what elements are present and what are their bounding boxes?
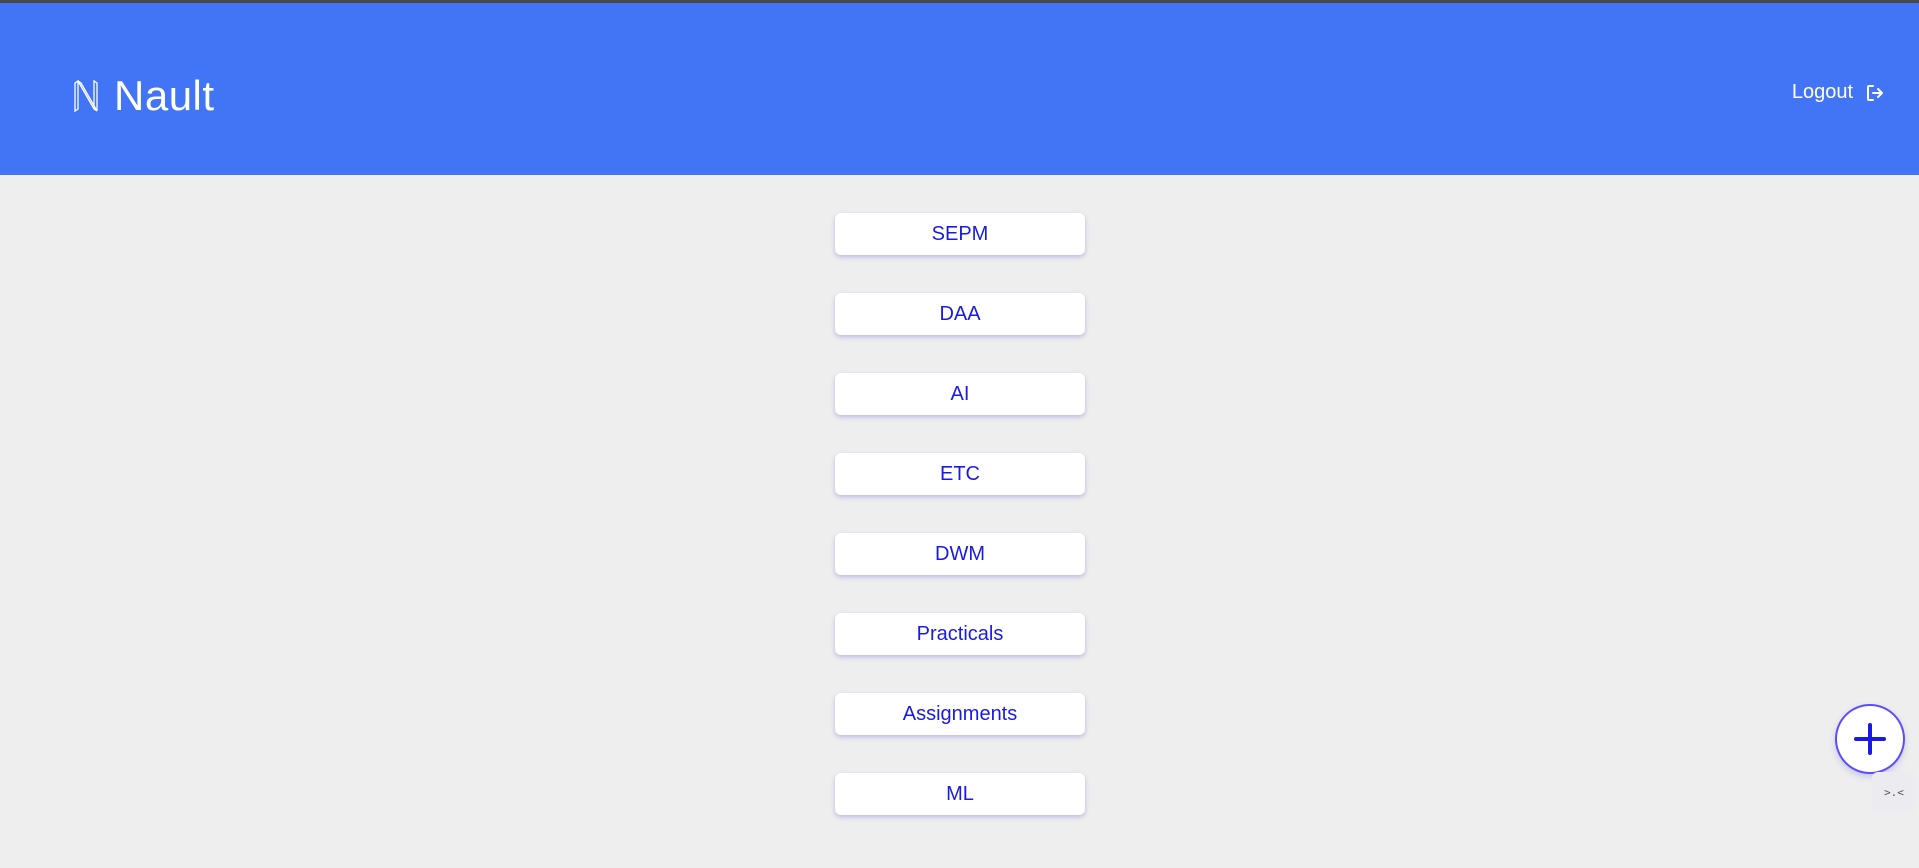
subject-button-sepm[interactable]: SEPM	[835, 213, 1085, 255]
subject-button-assignments[interactable]: Assignments	[835, 693, 1085, 735]
subject-button-dwm[interactable]: DWM	[835, 533, 1085, 575]
subject-list: SEPM DAA AI ETC DWM Practicals Assignmen…	[835, 213, 1085, 853]
logout-label: Logout	[1791, 81, 1853, 103]
logout-icon	[1867, 84, 1883, 101]
assistant-widget-glyph: >.<	[1884, 785, 1904, 799]
nault-logo-icon	[74, 79, 98, 113]
subject-button-ml[interactable]: ML	[835, 773, 1085, 815]
logout-button[interactable]: Logout	[1792, 81, 1885, 104]
add-button[interactable]	[1837, 706, 1903, 772]
subject-button-daa[interactable]: DAA	[835, 293, 1085, 335]
assistant-widget[interactable]: >.<	[1872, 772, 1916, 812]
subject-button-ai[interactable]: AI	[835, 373, 1085, 415]
brand-title: Nault	[114, 72, 215, 119]
app-header: Nault Logout	[0, 3, 1919, 175]
subject-button-etc[interactable]: ETC	[835, 453, 1085, 495]
brand[interactable]: Nault	[72, 73, 215, 119]
plus-icon	[1854, 723, 1886, 755]
subject-button-practicals[interactable]: Practicals	[835, 613, 1085, 655]
